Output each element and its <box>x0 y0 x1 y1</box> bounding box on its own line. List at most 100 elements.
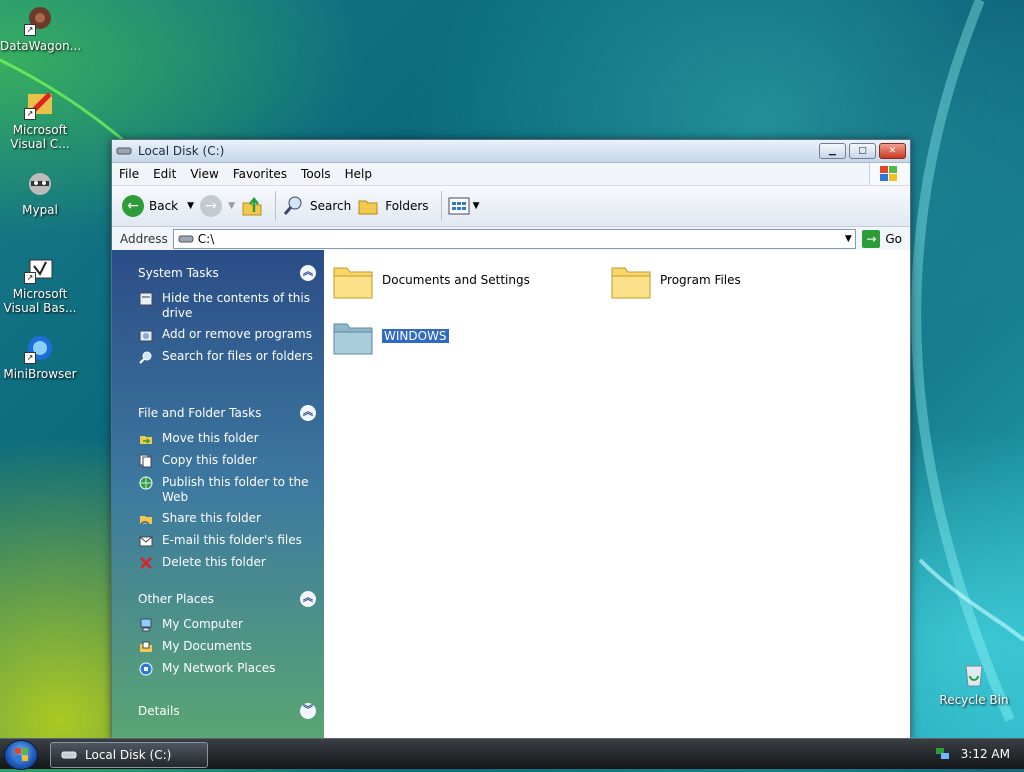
address-input[interactable]: C:\ ▼ <box>172 229 857 249</box>
desktop-icon-visual-basic[interactable]: ↗ Microsoft Visual Bas... <box>0 252 80 315</box>
place-my-computer[interactable]: My Computer <box>138 617 316 633</box>
address-bar: Address C:\ ▼ → Go <box>112 227 910 252</box>
file-folder-tasks-header[interactable]: File and Folder Tasks ︽ <box>138 403 316 423</box>
menu-favorites[interactable]: Favorites <box>226 167 294 181</box>
menu-file[interactable]: File <box>112 167 146 181</box>
search-icon <box>138 349 154 365</box>
system-tasks-header[interactable]: System Tasks ︽ <box>138 263 316 283</box>
task-hide-contents[interactable]: Hide the contents of this drive <box>138 291 316 321</box>
system-tasks-title: System Tasks <box>138 266 219 280</box>
hide-contents-icon <box>138 291 154 307</box>
shortcut-arrow-icon: ↗ <box>24 24 36 36</box>
explorer-window[interactable]: Local Disk (C:) ▁ □ ✕ File Edit View Fav… <box>111 139 911 739</box>
desktop-icon-visual-c[interactable]: ↗ Microsoft Visual C... <box>0 88 80 151</box>
task-label: Move this folder <box>162 431 259 445</box>
back-arrow-icon: ← <box>122 195 144 217</box>
collapse-chevron-icon[interactable]: ︽ <box>300 591 316 607</box>
other-places-header[interactable]: Other Places ︽ <box>138 589 316 609</box>
expand-chevron-icon[interactable]: ︾ <box>300 703 316 719</box>
file-folder-tasks-group: File and Folder Tasks ︽ Move this folder… <box>138 403 316 571</box>
start-button[interactable] <box>4 740 38 770</box>
share-folder-icon <box>138 511 154 527</box>
minimize-button[interactable]: ▁ <box>819 143 846 159</box>
move-folder-icon <box>138 431 154 447</box>
window-body: System Tasks ︽ Hide the contents of this… <box>112 250 910 738</box>
search-button[interactable]: Search <box>282 195 351 217</box>
place-label: My Network Places <box>162 661 276 675</box>
desktop-icon-label: Microsoft Visual C... <box>10 123 70 151</box>
task-search-files[interactable]: Search for files or folders <box>138 349 316 365</box>
place-my-documents[interactable]: My Documents <box>138 639 316 655</box>
shortcut-arrow-icon: ↗ <box>24 272 36 284</box>
clock[interactable]: 3:12 AM <box>961 747 1010 761</box>
drive-icon <box>116 147 132 155</box>
back-dropdown-icon[interactable]: ▼ <box>187 201 194 211</box>
add-remove-programs-icon <box>138 327 154 343</box>
desktop-icon-label: Recycle Bin <box>939 693 1009 707</box>
maximize-button[interactable]: □ <box>849 143 876 159</box>
folder-icon <box>611 267 651 299</box>
folder-documents-and-settings[interactable]: Documents and Settings <box>332 260 530 300</box>
delete-x-icon <box>138 555 154 571</box>
place-my-network-places[interactable]: My Network Places <box>138 661 316 677</box>
toolbar-separator <box>440 191 442 221</box>
desktop-icon-label: MiniBrowser <box>3 367 77 381</box>
toolbar: ← Back ▼ → ▼ Search Folders ▼ <box>112 186 910 227</box>
task-move-folder[interactable]: Move this folder <box>138 431 316 447</box>
copy-folder-icon <box>138 453 154 469</box>
views-button[interactable]: ▼ <box>448 197 480 215</box>
task-share-folder[interactable]: Share this folder <box>138 511 316 527</box>
recycle-bin-icon <box>958 658 990 690</box>
menu-view[interactable]: View <box>183 167 225 181</box>
desktop-icon-label: Microsoft Visual Bas... <box>3 287 77 315</box>
desktop-icon-minibrowser[interactable]: ↗ MiniBrowser <box>0 332 80 381</box>
search-icon <box>283 196 302 215</box>
collapse-chevron-icon[interactable]: ︽ <box>300 405 316 421</box>
menu-help[interactable]: Help <box>338 167 379 181</box>
task-label: Delete this folder <box>162 555 266 569</box>
toolbar-separator <box>274 191 276 221</box>
documents-folder-icon <box>138 639 154 655</box>
title-bar[interactable]: Local Disk (C:) ▁ □ ✕ <box>112 140 910 163</box>
views-dropdown-icon: ▼ <box>472 201 480 211</box>
task-add-remove-programs[interactable]: Add or remove programs <box>138 327 316 343</box>
forward-arrow-icon: → <box>200 195 223 217</box>
mypal-icon <box>24 168 56 200</box>
desktop-icon-datawagon[interactable]: ↗ DataWagon... <box>0 4 81 53</box>
shortcut-arrow-icon: ↗ <box>24 108 36 120</box>
details-title: Details <box>138 704 180 718</box>
search-label: Search <box>309 199 352 213</box>
system-tray: 3:12 AM <box>934 739 1024 769</box>
folders-button[interactable]: Folders <box>357 195 429 217</box>
other-places-title: Other Places <box>138 592 215 606</box>
address-dropdown-icon[interactable]: ▼ <box>841 234 855 244</box>
menu-bar: File Edit View Favorites Tools Help <box>112 163 910 186</box>
folder-windows[interactable]: WINDOWS <box>332 316 450 356</box>
task-publish-web[interactable]: Publish this folder to the Web <box>138 475 316 505</box>
task-copy-folder[interactable]: Copy this folder <box>138 453 316 469</box>
menu-edit[interactable]: Edit <box>146 167 183 181</box>
menu-tools[interactable]: Tools <box>294 167 338 181</box>
close-button[interactable]: ✕ <box>879 143 906 159</box>
taskbar-window-local-disk[interactable]: Local Disk (C:) <box>50 742 208 768</box>
window-title: Local Disk (C:) <box>138 144 225 158</box>
up-button[interactable] <box>241 195 263 217</box>
network-tray-icon[interactable] <box>935 747 951 761</box>
details-header[interactable]: Details ︾ <box>138 701 316 721</box>
folders-icon <box>358 200 378 215</box>
folder-program-files[interactable]: Program Files <box>610 260 741 300</box>
desktop-icon-recycle-bin[interactable]: Recycle Bin <box>934 658 1014 707</box>
file-folder-tasks-title: File and Folder Tasks <box>138 406 262 420</box>
forward-dropdown-icon[interactable]: ▼ <box>228 201 235 211</box>
go-arrow-icon: → <box>862 230 881 248</box>
task-delete-folder[interactable]: Delete this folder <box>138 555 316 571</box>
file-list[interactable]: Documents and Settings Program Files WIN… <box>324 250 910 738</box>
forward-button[interactable]: → ▼ <box>200 195 235 217</box>
back-button[interactable]: ← Back ▼ <box>122 195 194 217</box>
desktop-icon-mypal[interactable]: Mypal <box>0 168 80 217</box>
go-button[interactable]: → Go <box>856 230 910 248</box>
address-label: Address <box>120 232 168 246</box>
collapse-chevron-icon[interactable]: ︽ <box>300 265 316 281</box>
visual-cpp-icon: ↗ <box>24 88 56 120</box>
task-email-files[interactable]: E-mail this folder's files <box>138 533 316 549</box>
